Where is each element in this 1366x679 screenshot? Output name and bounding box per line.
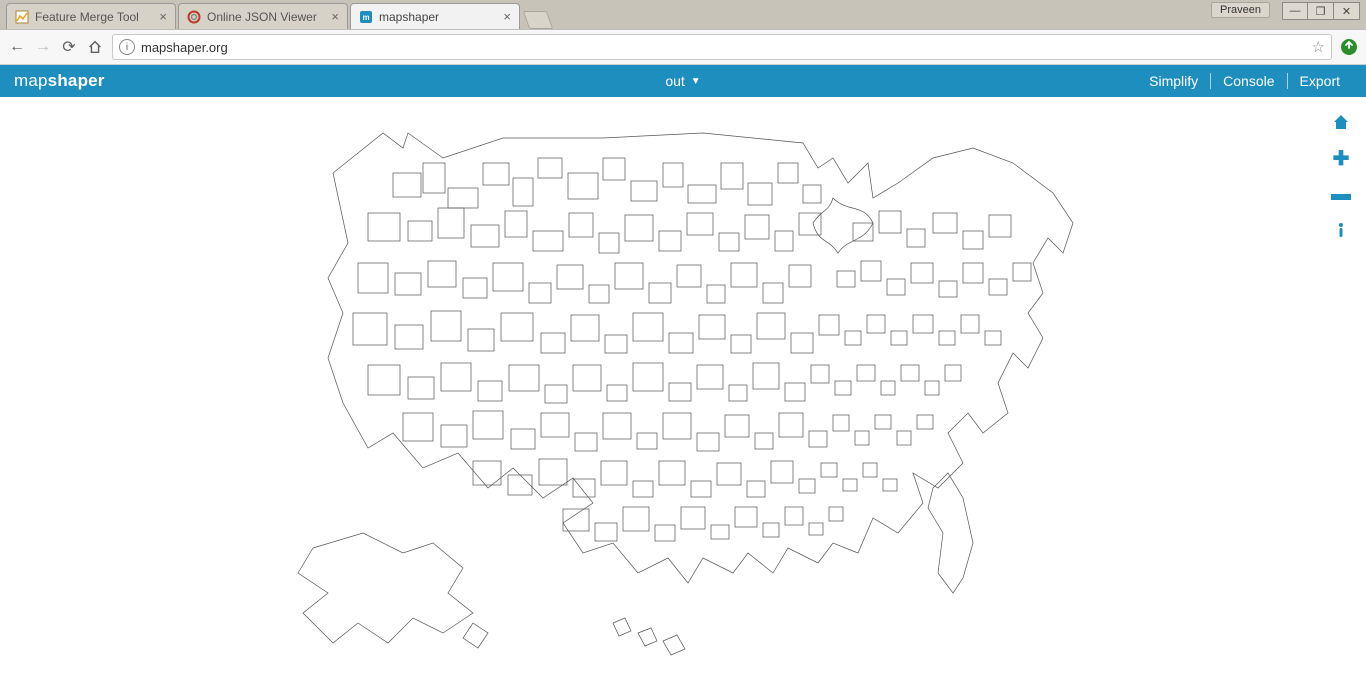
app-logo[interactable]: mapshaper: [14, 71, 105, 91]
close-icon[interactable]: ×: [159, 9, 167, 24]
tab-mapshaper[interactable]: m mapshaper ×: [350, 3, 520, 29]
tab-title: Feature Merge Tool: [35, 10, 153, 24]
interior-features: [353, 158, 1031, 541]
chrome-profile-badge[interactable]: Praveen: [1211, 2, 1270, 18]
home-icon[interactable]: [1330, 111, 1352, 133]
maximize-button[interactable]: ❐: [1308, 2, 1334, 20]
logo-prefix: map: [14, 71, 48, 90]
home-button[interactable]: [86, 38, 104, 56]
layer-name-label: out: [665, 73, 684, 89]
close-icon[interactable]: ×: [331, 9, 339, 24]
map-viewport[interactable]: ✚ ▬: [0, 97, 1366, 679]
site-info-icon[interactable]: i: [119, 39, 135, 55]
close-window-button[interactable]: ✕: [1334, 2, 1360, 20]
info-icon[interactable]: [1330, 219, 1352, 241]
tab-favicon: [15, 10, 29, 24]
map-tools: ✚ ▬: [1330, 111, 1352, 241]
new-tab-button[interactable]: [523, 11, 554, 29]
tab-favicon: [187, 10, 201, 24]
minimize-button[interactable]: —: [1282, 2, 1308, 20]
omnibox[interactable]: i mapshaper.org ☆: [112, 34, 1332, 60]
tab-strip: Feature Merge Tool × Online JSON Viewer …: [0, 0, 1366, 29]
simplify-button[interactable]: Simplify: [1137, 73, 1210, 89]
zoom-out-icon[interactable]: ▬: [1330, 183, 1352, 205]
back-button[interactable]: ←: [8, 38, 26, 56]
reload-button[interactable]: ⟳: [60, 38, 78, 56]
browser-chrome: Feature Merge Tool × Online JSON Viewer …: [0, 0, 1366, 65]
window-controls: — ❐ ✕: [1282, 2, 1360, 20]
tab-json-viewer[interactable]: Online JSON Viewer ×: [178, 3, 348, 29]
extension-icon[interactable]: [1340, 38, 1358, 56]
close-icon[interactable]: ×: [503, 9, 511, 24]
layer-selector[interactable]: out ▼: [665, 73, 700, 89]
tab-favicon: m: [359, 10, 373, 24]
bookmark-icon[interactable]: ☆: [1312, 38, 1325, 56]
forward-button[interactable]: →: [34, 38, 52, 56]
app-header: mapshaper out ▼ Simplify Console Export: [0, 65, 1366, 97]
tab-feature-merge[interactable]: Feature Merge Tool ×: [6, 3, 176, 29]
svg-text:m: m: [362, 13, 369, 22]
tab-title: Online JSON Viewer: [207, 10, 325, 24]
logo-bold: shaper: [48, 71, 105, 90]
console-button[interactable]: Console: [1211, 73, 1286, 89]
address-bar: ← → ⟳ i mapshaper.org ☆: [0, 29, 1366, 65]
map-canvas: [0, 97, 1366, 679]
url-text: mapshaper.org: [141, 40, 1312, 55]
chevron-down-icon: ▼: [691, 76, 701, 87]
tab-title: mapshaper: [379, 10, 497, 24]
header-right-menu: Simplify Console Export: [1137, 73, 1352, 89]
export-button[interactable]: Export: [1288, 73, 1352, 89]
zoom-in-icon[interactable]: ✚: [1330, 147, 1352, 169]
map-svg: [273, 103, 1093, 663]
